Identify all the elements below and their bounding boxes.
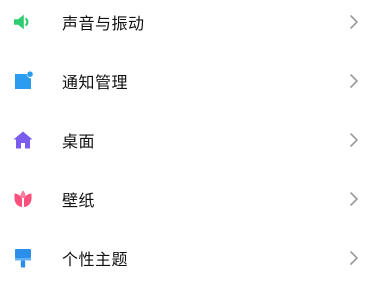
chevron-right-icon	[349, 73, 359, 89]
settings-item-desktop[interactable]: 桌面	[0, 110, 373, 169]
settings-item-label: 通知管理	[62, 72, 129, 92]
settings-list: 声音与振动 通知管理 桌面 壁纸 个性主题	[0, 0, 373, 284]
chevron-right-icon	[349, 14, 359, 30]
chevron-right-icon	[349, 132, 359, 148]
settings-item-notification-management[interactable]: 通知管理	[0, 51, 373, 110]
settings-item-wallpaper[interactable]: 壁纸	[0, 169, 373, 228]
settings-item-label: 个性主题	[62, 249, 129, 269]
flower-icon	[12, 188, 34, 210]
speaker-icon	[12, 11, 34, 33]
settings-item-personal-theme[interactable]: 个性主题	[0, 228, 373, 287]
chevron-right-icon	[349, 250, 359, 266]
settings-item-sound-vibration[interactable]: 声音与振动	[0, 0, 373, 51]
home-icon	[12, 129, 34, 151]
settings-item-label: 壁纸	[62, 190, 96, 210]
paintbrush-icon	[12, 247, 34, 269]
settings-item-label: 声音与振动	[62, 13, 145, 33]
chevron-right-icon	[349, 191, 359, 207]
settings-item-label: 桌面	[62, 131, 96, 151]
notification-icon	[12, 70, 34, 92]
